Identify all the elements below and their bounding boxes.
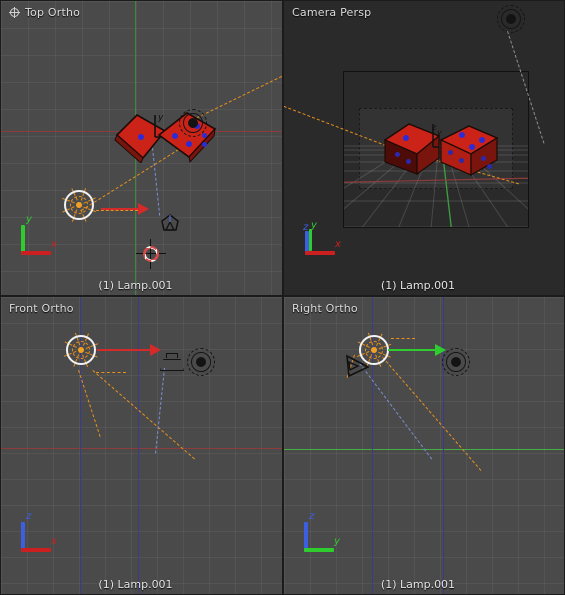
viewport-header-front[interactable]: Front Ortho [9,302,74,315]
die-pip [448,150,453,155]
lamp-target-widget[interactable] [497,5,525,33]
axis-gizmo-top: y x [17,214,61,257]
die-pip [487,164,492,169]
die-pip [469,144,475,150]
gizmo-axis-x [21,251,51,255]
axis-gizmo-camera: z y x [300,217,344,257]
axis-line-z [443,297,444,594]
relationship-line [96,210,138,211]
viewport-label-text: Right Ortho [292,302,358,315]
axis-line-x [1,448,282,449]
gizmo-label-x: x [51,536,57,547]
lamp-object-widget[interactable] [61,330,101,370]
die-pip [479,137,485,143]
svg-text:y: y [436,128,442,137]
gizmo-label-x: x [51,239,57,250]
gizmo-label-x: x [335,239,341,250]
gizmo-label-y: y [311,220,317,231]
camera-object-icon[interactable] [158,353,186,371]
quad-view-grid: y Top Ortho y x (1) Lamp.001 z y Camera … [0,0,565,595]
viewport-front-ortho[interactable]: z Front Ortho z x (1) Lamp.001 [0,296,283,595]
active-object-label: (1) Lamp.001 [98,578,173,591]
viewport-top-ortho[interactable]: y Top Ortho y x (1) Lamp.001 [0,0,283,296]
active-object-label: (1) Lamp.001 [98,279,173,292]
die-pip [138,134,144,140]
die-pip [186,141,192,147]
camera-object-icon[interactable] [159,213,181,235]
crosshair-circle-icon [9,7,20,18]
viewport-footer-right: (1) Lamp.001 [284,578,564,591]
viewport-footer-front: (1) Lamp.001 [1,578,282,591]
die-pip [459,132,465,138]
die-pip [406,159,411,164]
gizmo-label-y: y [26,214,32,225]
gizmo-axis-y [304,548,334,552]
viewport-header-camera[interactable]: Camera Persp [292,6,371,19]
camera-object-icon[interactable] [344,354,370,380]
axis-line-z [138,297,139,594]
transform-manipulator-x[interactable] [97,344,161,356]
viewport-right-ortho[interactable]: z y Right Ortho z y (1) Lamp.001 [283,296,565,595]
gizmo-label-z: z [26,511,32,522]
lamp-target-widget[interactable] [179,109,207,137]
gizmo-label-y: y [334,536,340,547]
active-object-label: (1) Lamp.001 [380,578,456,591]
axis-gizmo-front: z x [17,511,61,554]
lamp-target-widget[interactable] [187,348,215,376]
die-pip [481,156,486,161]
3d-cursor [136,239,166,269]
transform-manipulator-x[interactable] [101,203,149,215]
lamp-target-widget[interactable] [442,348,470,376]
die-pip [395,152,400,157]
relationship-line [391,338,415,339]
object-axis-marker: z y [431,123,442,148]
die-pip [172,133,178,139]
die-pip [403,135,409,141]
viewport-label-text: Top Ortho [25,6,81,19]
viewport-camera-persp[interactable]: z y Camera Persp z y x (1) Lamp.001 [283,0,565,296]
gizmo-label-z: z [309,511,315,522]
die-pip [202,142,207,147]
viewport-header-top[interactable]: Top Ortho [9,6,80,19]
viewport-label-text: Front Ortho [9,302,74,315]
die-pip [459,158,464,163]
object-axis-marker: y [154,113,164,138]
transform-manipulator-y[interactable] [388,344,446,356]
viewport-label-text: Camera Persp [292,6,372,19]
viewport-footer-top: (1) Lamp.001 [1,279,282,292]
lamp-object-widget[interactable] [59,185,99,225]
gizmo-axis-x [305,251,335,255]
gizmo-label-z: z [303,222,309,233]
viewport-header-right[interactable]: Right Ortho [292,302,358,315]
relationship-line [96,372,126,373]
viewport-footer-camera: (1) Lamp.001 [284,279,564,292]
blender-quad-view: y Top Ortho y x (1) Lamp.001 z y Camera … [0,0,565,595]
gizmo-axis-x [21,548,51,552]
svg-text:y: y [157,113,164,123]
active-object-label: (1) Lamp.001 [380,279,456,292]
axis-gizmo-right: z y [300,511,344,554]
gizmo-axis-y [309,229,312,251]
